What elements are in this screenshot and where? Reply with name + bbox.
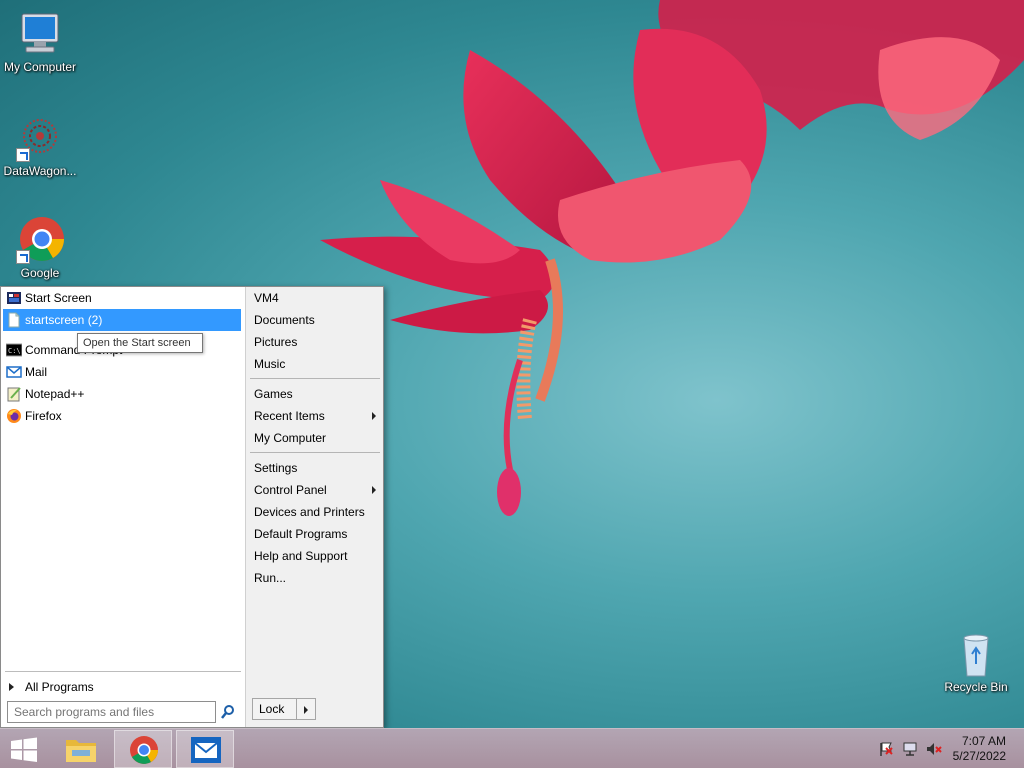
place-documents[interactable]: Documents <box>248 309 382 331</box>
place-devices-and-printers[interactable]: Devices and Printers <box>248 501 382 523</box>
place-music[interactable]: Music <box>248 353 382 375</box>
desktop-icon-label: Recycle Bin <box>944 680 1008 694</box>
shutdown-options-arrow[interactable] <box>296 698 316 720</box>
taskbar-file-explorer[interactable] <box>52 730 110 768</box>
program-firefox[interactable]: Firefox <box>3 405 241 427</box>
place-control-panel[interactable]: Control Panel <box>248 479 382 501</box>
place-vm4[interactable]: VM4 <box>248 287 382 309</box>
recycle-bin-icon <box>952 630 1000 678</box>
taskbar: 7:07 AM 5/27/2022 <box>0 728 1024 768</box>
program-notepad-plus-plus[interactable]: Notepad++ <box>3 383 241 405</box>
shortcut-arrow-icon <box>16 148 30 162</box>
start-menu-places-pane: VM4 Documents Pictures Music Games Recen… <box>245 287 383 727</box>
start-button[interactable] <box>0 730 58 768</box>
desktop-icon-google-chrome[interactable]: Google <box>0 216 80 280</box>
action-center-flag-icon[interactable] <box>878 741 894 757</box>
notepad-icon <box>6 386 22 402</box>
clock-date: 5/27/2022 <box>952 749 1006 763</box>
mail-icon <box>6 364 22 380</box>
taskbar-mail[interactable] <box>176 730 234 768</box>
start-screen-icon <box>6 290 22 306</box>
system-tray: 7:07 AM 5/27/2022 <box>864 729 1024 768</box>
desktop-icon-recycle-bin[interactable]: Recycle Bin <box>936 630 1016 694</box>
mail-icon <box>191 737 221 763</box>
programs-separator <box>5 671 241 672</box>
shortcut-arrow-icon <box>16 250 30 264</box>
folder-icon <box>66 740 96 762</box>
search-programs-input[interactable] <box>7 701 216 723</box>
place-help-and-support[interactable]: Help and Support <box>248 545 382 567</box>
svg-text:C:\: C:\ <box>8 347 21 355</box>
chrome-icon <box>130 736 158 764</box>
clock-time: 7:07 AM <box>961 734 1006 748</box>
program-startscreen-2[interactable]: startscreen (2) <box>3 309 241 331</box>
desktop-icon-label: Google <box>20 266 60 280</box>
windows-logo-icon <box>11 737 37 762</box>
places-separator <box>250 452 380 453</box>
taskbar-google-chrome[interactable] <box>114 730 172 768</box>
place-pictures[interactable]: Pictures <box>248 331 382 353</box>
place-my-computer[interactable]: My Computer <box>248 427 382 449</box>
desktop-icon-my-computer[interactable]: My Computer <box>0 10 80 74</box>
firefox-icon <box>6 408 22 424</box>
search-icon[interactable] <box>220 704 236 720</box>
taskbar-clock[interactable]: 7:07 AM 5/27/2022 <box>936 734 1006 764</box>
chrome-icon <box>16 216 64 264</box>
all-programs-button[interactable]: All Programs <box>3 677 241 697</box>
places-separator <box>250 378 380 379</box>
expand-arrow-icon <box>9 683 14 691</box>
place-games[interactable]: Games <box>248 383 382 405</box>
document-icon <box>6 312 22 328</box>
computer-icon <box>16 10 64 58</box>
place-default-programs[interactable]: Default Programs <box>248 523 382 545</box>
program-start-screen[interactable]: Start Screen <box>3 287 241 309</box>
submenu-arrow-icon <box>372 412 376 420</box>
desktop-icon-label: DataWagon... <box>3 164 77 178</box>
place-recent-items[interactable]: Recent Items <box>248 405 382 427</box>
start-menu-programs-pane: Start Screen startscreen (2) C:\ Command… <box>1 287 245 727</box>
place-run[interactable]: Run... <box>248 567 382 589</box>
submenu-arrow-icon <box>372 486 376 494</box>
cmd-icon: C:\ <box>5 342 23 358</box>
place-settings[interactable]: Settings <box>248 457 382 479</box>
network-icon[interactable] <box>902 741 918 757</box>
desktop-icon-label: My Computer <box>3 60 77 74</box>
tooltip: Open the Start screen <box>77 333 203 353</box>
program-mail[interactable]: Mail <box>3 361 241 383</box>
desktop-icon-datawagon[interactable]: DataWagon... <box>0 114 80 178</box>
datawagon-icon <box>16 114 64 162</box>
